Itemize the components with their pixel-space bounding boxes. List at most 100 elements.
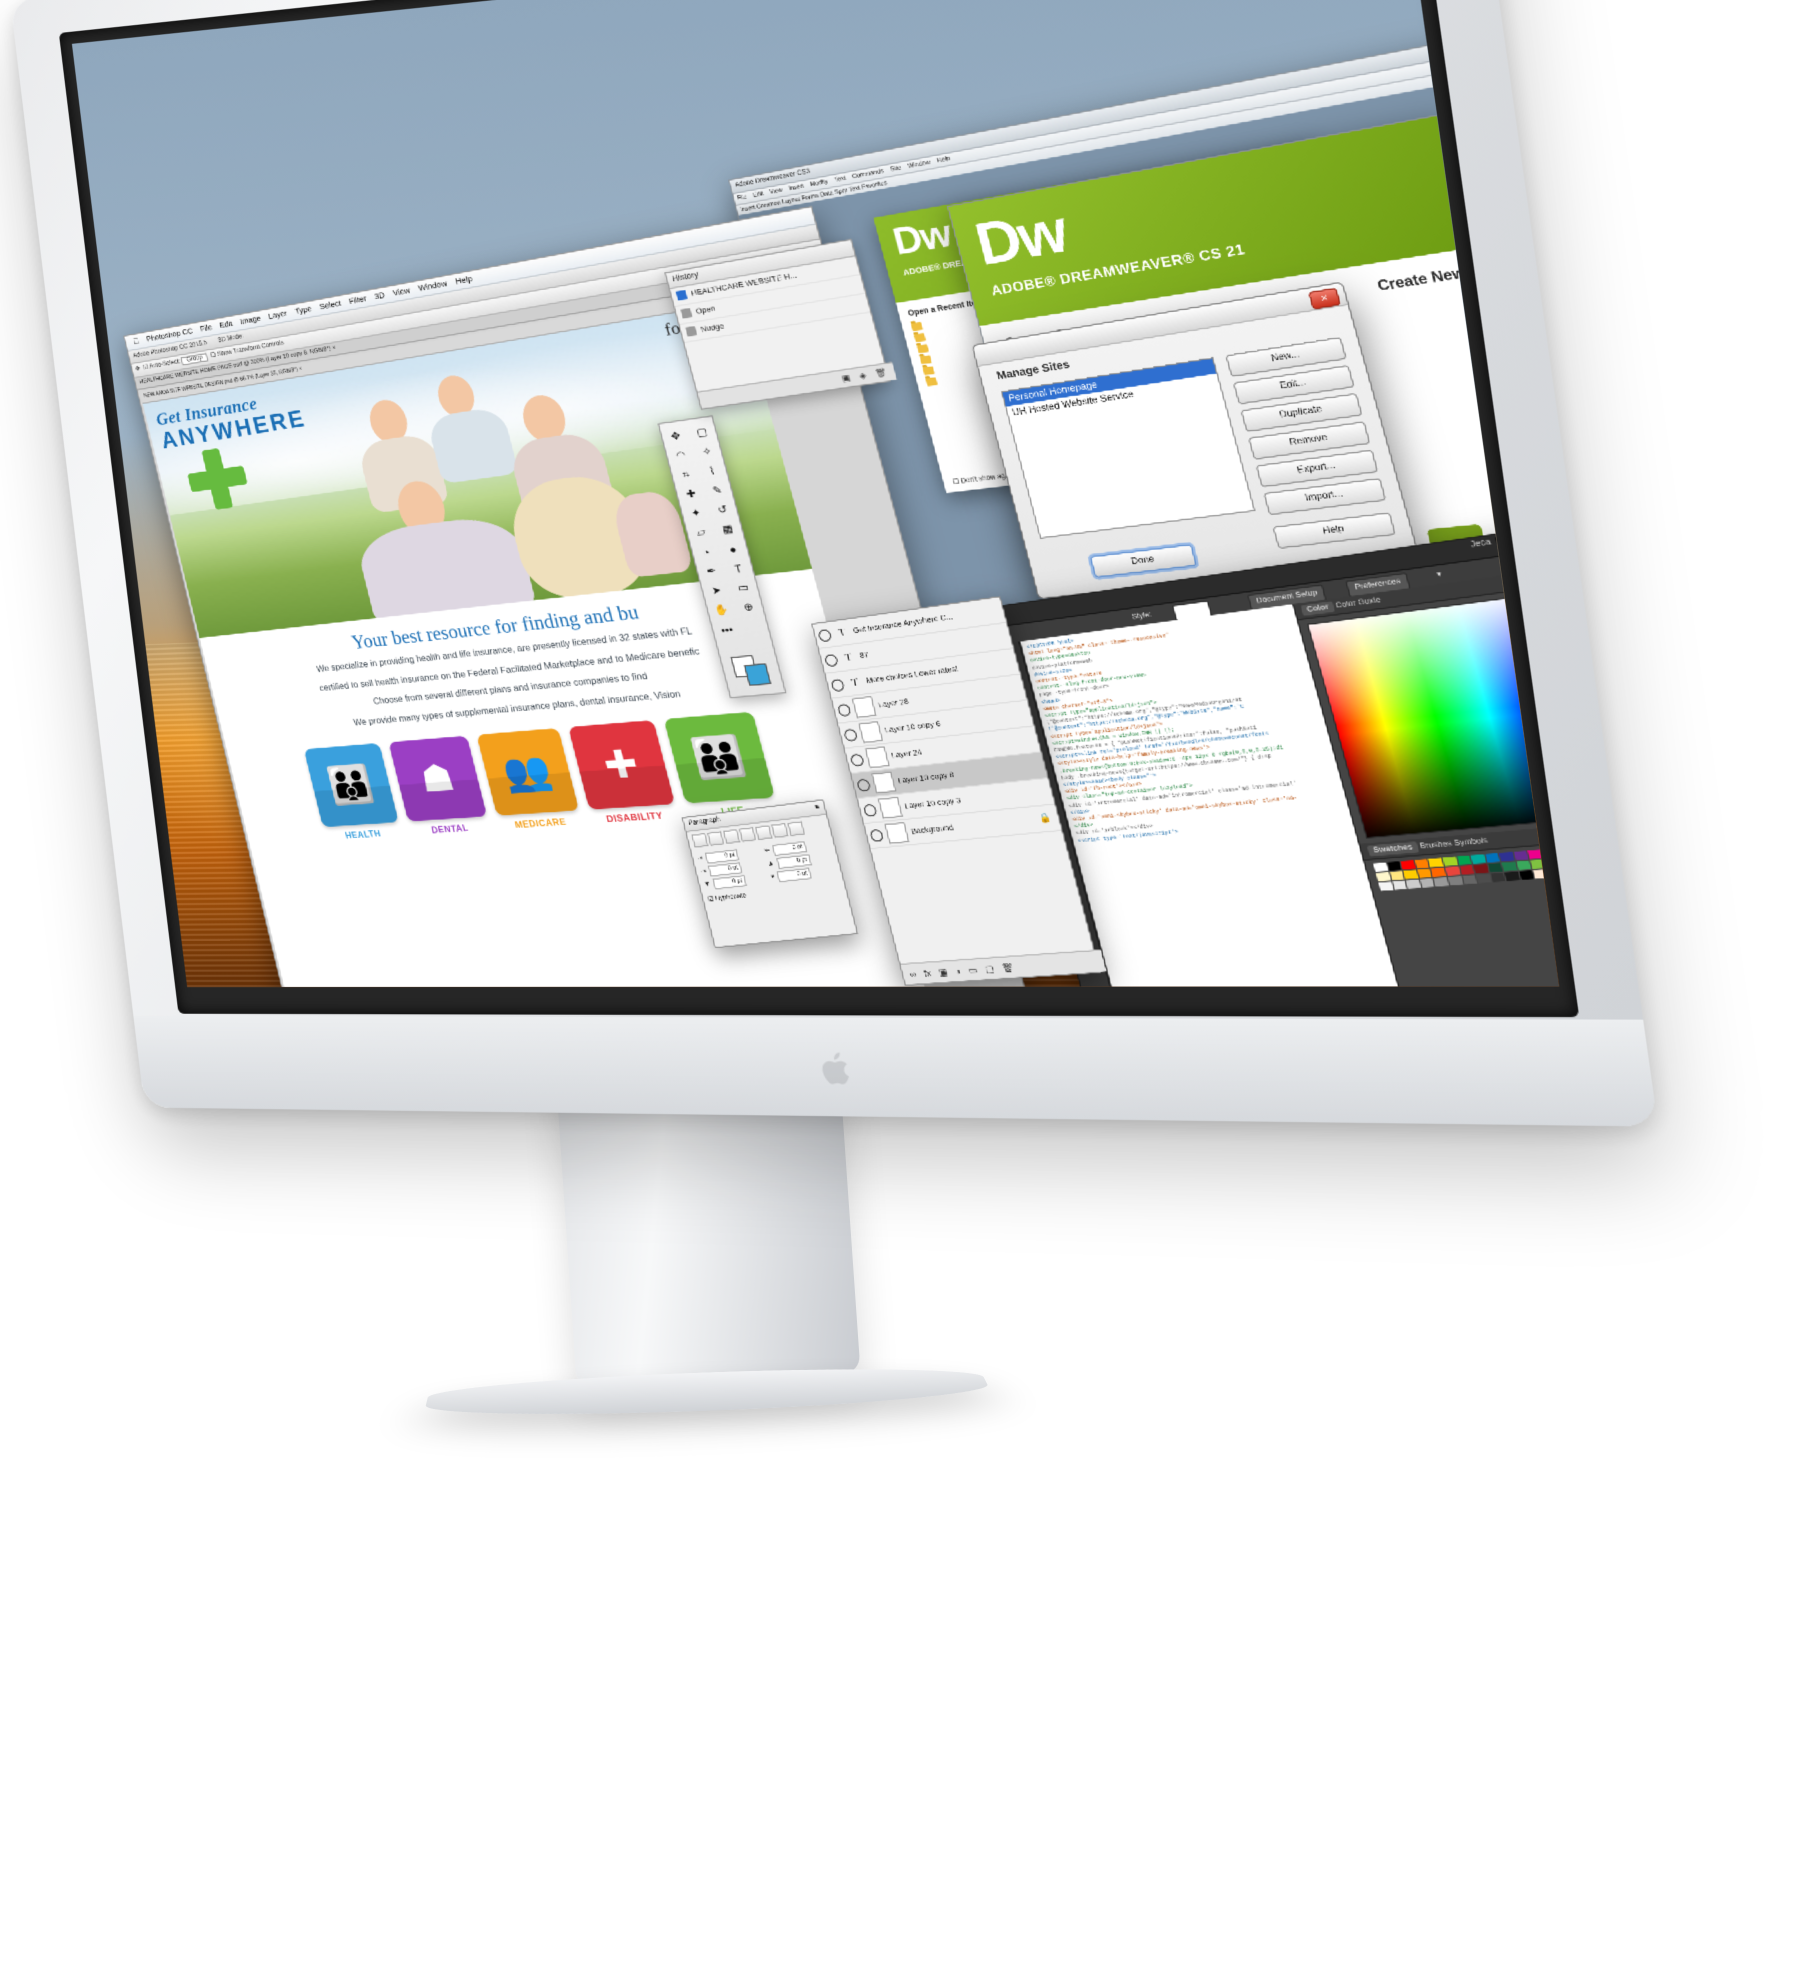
swatch[interactable] bbox=[1545, 858, 1560, 868]
space-after-value[interactable]: 0 pt bbox=[712, 875, 747, 890]
recent-item[interactable] bbox=[925, 377, 938, 387]
file-tree-item[interactable] bbox=[1475, 67, 1545, 90]
swatch[interactable] bbox=[1528, 849, 1544, 860]
file-tree-item[interactable] bbox=[1532, 275, 1560, 296]
tab-color-guide[interactable]: Color Guide bbox=[1335, 596, 1382, 610]
swatch[interactable] bbox=[1428, 857, 1444, 868]
swatch[interactable] bbox=[1403, 869, 1419, 880]
group-icon[interactable]: ▭ bbox=[967, 965, 978, 976]
tab-color[interactable]: Color bbox=[1300, 601, 1336, 616]
visibility-eye-icon[interactable] bbox=[869, 828, 885, 842]
file-tree-item[interactable] bbox=[1484, 101, 1555, 124]
swatch[interactable] bbox=[1417, 868, 1433, 879]
indent-first-line-value[interactable]: 0 pt bbox=[708, 862, 743, 877]
help-button[interactable]: Help bbox=[1272, 512, 1397, 549]
swatch[interactable] bbox=[1501, 861, 1518, 872]
swatch[interactable] bbox=[1513, 850, 1530, 861]
file-tree-item[interactable] bbox=[1471, 55, 1542, 79]
file-tree-item[interactable] bbox=[1513, 205, 1560, 227]
swatch[interactable] bbox=[1447, 876, 1463, 886]
recent-item[interactable] bbox=[916, 344, 929, 354]
swatch[interactable] bbox=[1459, 865, 1475, 875]
justify-last-right-button[interactable] bbox=[771, 823, 789, 839]
indent-left-value[interactable]: 0 pt bbox=[704, 849, 740, 864]
mask-icon[interactable]: ▣ bbox=[937, 967, 948, 978]
panel-tab-application[interactable]: Applica bbox=[1450, 0, 1528, 18]
recent-item[interactable] bbox=[919, 355, 932, 365]
recent-item[interactable] bbox=[910, 321, 924, 332]
swatch[interactable] bbox=[1433, 877, 1449, 887]
service-tile-disability[interactable]: ✚ DISABILITY bbox=[568, 720, 679, 825]
menu-view[interactable]: View bbox=[766, 187, 787, 197]
menu-site[interactable]: Site bbox=[886, 164, 905, 174]
swatch[interactable] bbox=[1490, 872, 1506, 883]
service-tile-dental[interactable]: ☗ DENTAL bbox=[388, 735, 491, 837]
swatch[interactable] bbox=[1504, 871, 1521, 882]
background-color-swatch[interactable] bbox=[743, 663, 772, 687]
move-tool-icon[interactable]: ✥ bbox=[135, 366, 141, 373]
swatch[interactable] bbox=[1378, 881, 1394, 891]
align-left-button[interactable] bbox=[691, 833, 709, 848]
file-tree-item[interactable] bbox=[1500, 159, 1560, 181]
file-tree-item[interactable] bbox=[1519, 229, 1560, 250]
delete-icon[interactable]: 🗑 bbox=[1001, 962, 1015, 973]
justify-last-left-button[interactable] bbox=[738, 827, 757, 842]
file-tree-list[interactable] bbox=[1468, 55, 1560, 296]
file-tree-item[interactable] bbox=[1478, 78, 1549, 101]
swatch[interactable] bbox=[1516, 860, 1532, 871]
align-right-button[interactable] bbox=[722, 829, 741, 844]
panel-menu-icon[interactable]: ≡ bbox=[814, 801, 822, 815]
visibility-eye-icon[interactable] bbox=[843, 727, 859, 742]
file-tree-item[interactable] bbox=[1481, 90, 1552, 113]
swatch[interactable] bbox=[1392, 880, 1407, 890]
swatch[interactable] bbox=[1473, 864, 1489, 874]
justify-all-button[interactable] bbox=[787, 821, 806, 837]
panel-tab-css[interactable]: CSS bbox=[1447, 0, 1525, 6]
menu-help[interactable]: Help bbox=[933, 155, 955, 165]
file-tree-item[interactable] bbox=[1526, 252, 1560, 273]
panel-tab-tag-inspector[interactable]: Tag Insp bbox=[1454, 3, 1532, 31]
search-input[interactable] bbox=[1494, 522, 1560, 555]
swatch[interactable] bbox=[1442, 856, 1458, 867]
user-name-label[interactable]: Jeca bbox=[1469, 538, 1491, 549]
fx-icon[interactable]: fx bbox=[923, 968, 933, 978]
file-tree-item[interactable] bbox=[1523, 240, 1560, 261]
swatch[interactable] bbox=[1484, 853, 1501, 863]
manage-sites-list[interactable]: Personal Homepage UH Hosted Website Serv… bbox=[1001, 357, 1256, 539]
foreground-background-swatches[interactable] bbox=[730, 654, 772, 687]
swatch[interactable] bbox=[1533, 869, 1550, 879]
service-tile-life[interactable]: 👪 LIFE bbox=[663, 711, 780, 820]
file-tree-item[interactable] bbox=[1503, 171, 1560, 193]
link-icon[interactable]: ∞ bbox=[908, 969, 917, 979]
dw-cs21-tutorial-text[interactable]: Re Tur tuto bbox=[1539, 509, 1559, 551]
panel-tab-files[interactable]: Files bbox=[1457, 16, 1536, 43]
justify-last-center-button[interactable] bbox=[754, 825, 773, 840]
swatch[interactable] bbox=[1419, 878, 1435, 888]
menu-text[interactable]: Text bbox=[831, 175, 850, 185]
new-layer-icon[interactable]: ▢ bbox=[984, 963, 995, 974]
align-dropdown-icon[interactable]: ▾ bbox=[1429, 567, 1451, 584]
indent-right-value[interactable]: 0 pt bbox=[771, 841, 808, 856]
visibility-eye-icon[interactable] bbox=[817, 628, 833, 642]
file-tree-item[interactable] bbox=[1497, 147, 1560, 170]
delete-state-icon[interactable]: 🗑 bbox=[874, 368, 888, 379]
swatch[interactable] bbox=[1400, 860, 1416, 870]
close-icon[interactable]: × bbox=[1308, 287, 1342, 310]
swatch[interactable] bbox=[1548, 867, 1560, 878]
swatch[interactable] bbox=[1386, 861, 1402, 871]
visibility-eye-icon[interactable] bbox=[856, 778, 872, 792]
tab-symbols[interactable]: Symbols bbox=[1453, 837, 1489, 848]
done-button[interactable]: Done bbox=[1089, 544, 1198, 578]
recent-item[interactable] bbox=[922, 366, 935, 376]
file-tree-item[interactable] bbox=[1494, 136, 1560, 158]
file-tree-item[interactable] bbox=[1491, 124, 1560, 147]
swatch[interactable] bbox=[1476, 873, 1492, 884]
swatch[interactable] bbox=[1519, 870, 1535, 880]
visibility-eye-icon[interactable] bbox=[862, 803, 878, 817]
extra-value[interactable]: 0 pt bbox=[776, 867, 812, 883]
new-document-from-state-icon[interactable]: ▣ bbox=[841, 373, 852, 383]
swatch[interactable] bbox=[1557, 846, 1560, 857]
file-tree-item[interactable] bbox=[1516, 217, 1560, 238]
menu-file[interactable]: File bbox=[734, 193, 751, 202]
recent-item[interactable] bbox=[913, 333, 927, 343]
